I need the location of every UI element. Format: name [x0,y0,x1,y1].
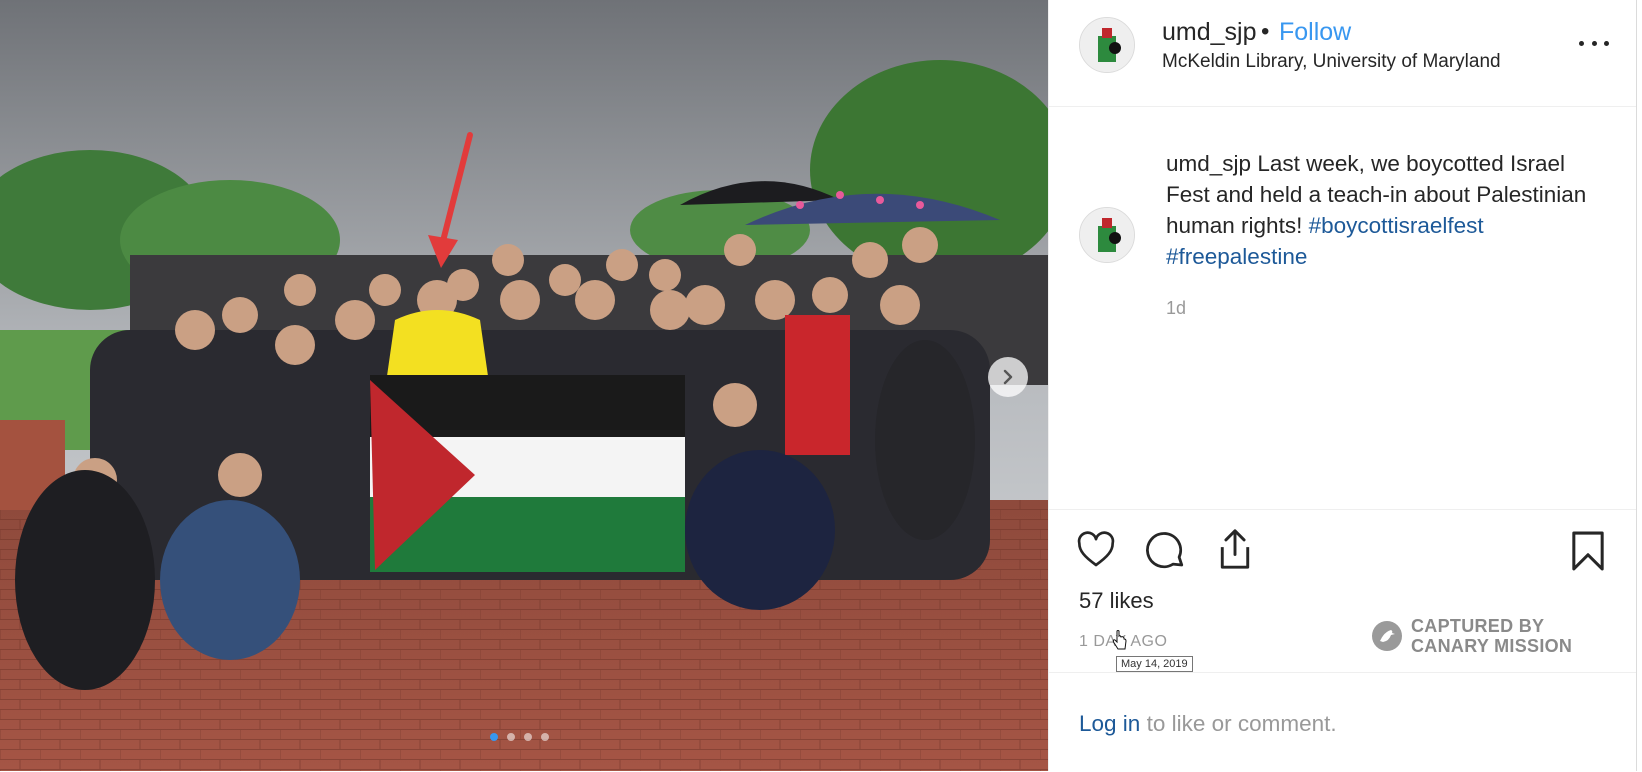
carousel-indicator [490,733,549,741]
share-icon[interactable] [1215,527,1255,571]
action-bar [1049,509,1636,573]
heart-icon[interactable] [1075,530,1117,570]
comment-icon[interactable] [1145,530,1187,572]
group-photo-image [0,0,1048,771]
watermark-line-2: CANARY MISSION [1411,636,1573,656]
carousel-dot [524,733,532,741]
hashtag-link[interactable]: #boycottisraelfest [1309,213,1484,238]
watermark-line-1: CAPTURED BY [1411,616,1545,636]
post-caption: umd_sjp Last week, we boycotted Israel F… [1166,148,1611,272]
login-prompt: Log in to like or comment. [1049,672,1636,772]
canary-bird-icon [1372,621,1402,651]
separator-dot: • [1261,18,1270,45]
login-prompt-text: Log in to like or comment. [1079,711,1337,737]
chevron-right-icon [1003,369,1013,385]
caption-username[interactable]: umd_sjp [1166,151,1251,176]
post-photo[interactable] [0,0,1048,771]
caption-avatar[interactable] [1079,207,1135,263]
hand-cursor-icon [1112,630,1127,650]
canary-mission-watermark: CAPTURED BY CANARY MISSION [1371,616,1572,656]
post-location[interactable]: McKeldin Library, University of Maryland [1162,51,1501,73]
post-side-panel: umd_sjp • Follow McKeldin Library, Unive… [1048,0,1637,771]
login-link[interactable]: Log in [1079,711,1140,736]
post-author-username[interactable]: umd_sjp [1162,18,1257,47]
carousel-dot [507,733,515,741]
sjp-logo-icon [1080,18,1134,72]
post-header: umd_sjp • Follow McKeldin Library, Unive… [1049,0,1636,107]
sjp-logo-icon [1080,208,1134,262]
bookmark-icon[interactable] [1571,530,1605,572]
carousel-next-button[interactable] [988,357,1028,397]
carousel-dot [541,733,549,741]
follow-button[interactable]: Follow [1279,18,1351,47]
login-prompt-rest: to like or comment. [1140,711,1337,736]
date-tooltip: May 14, 2019 [1116,656,1193,672]
more-options-icon[interactable] [1579,30,1609,56]
caption-timestamp[interactable]: 1d [1166,298,1186,319]
likes-count[interactable]: 57 likes [1079,588,1154,614]
hashtag-link[interactable]: #freepalestine [1166,244,1307,269]
carousel-dot [490,733,498,741]
avatar[interactable] [1079,17,1135,73]
